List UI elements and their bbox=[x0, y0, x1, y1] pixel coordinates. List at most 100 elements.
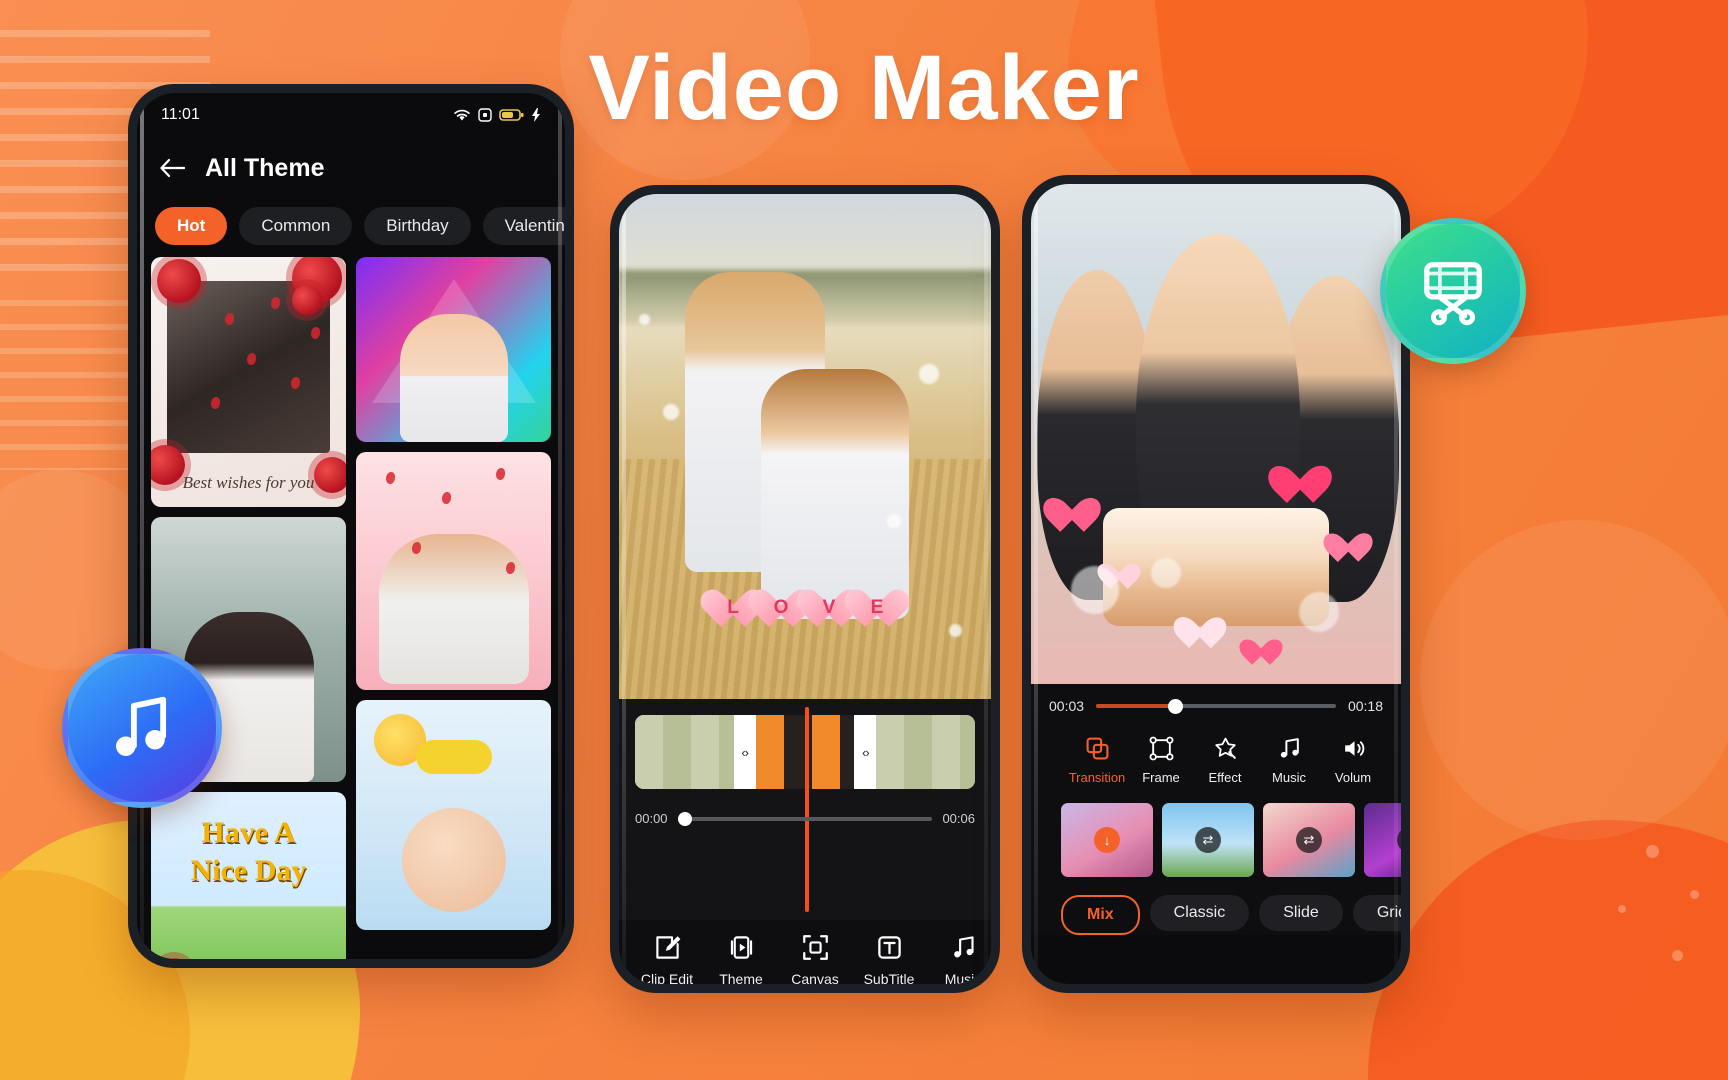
theme-neon-figure bbox=[399, 314, 508, 442]
transition-thumb[interactable]: ↓ bbox=[1061, 803, 1153, 877]
timeline-panel: ‹› ‹› 00:00 00:06 bbox=[619, 699, 991, 920]
theme-column-right bbox=[356, 257, 551, 959]
tab-clip-edit[interactable]: Clip Edit bbox=[633, 934, 701, 984]
phone1-edge-light-right bbox=[558, 102, 562, 950]
trim-handle-right-icon[interactable]: ‹› bbox=[854, 715, 877, 789]
timeline-clip-3[interactable] bbox=[876, 715, 975, 789]
transition-toolbar: Transition Frame Effect Music Volum bbox=[1049, 714, 1383, 785]
phone3-edge-light bbox=[1034, 193, 1038, 975]
tool-effect[interactable]: Effect bbox=[1195, 736, 1255, 785]
theme-nice-line1: Have A bbox=[201, 816, 296, 849]
love-letter-heart: V bbox=[807, 587, 851, 629]
music-badge[interactable] bbox=[62, 648, 222, 808]
shuffle-icon[interactable]: ⇄ bbox=[1195, 827, 1221, 853]
phone2-edge-light bbox=[622, 203, 626, 975]
chip-common[interactable]: Common bbox=[239, 207, 353, 245]
chip-birthday[interactable]: Birthday bbox=[364, 207, 471, 245]
timeline-clip-1[interactable] bbox=[635, 715, 734, 789]
phone2-edge-light-right bbox=[984, 203, 988, 975]
player-knob[interactable] bbox=[1168, 698, 1184, 714]
status-icons bbox=[453, 108, 541, 122]
download-arrow-icon[interactable]: ↓ bbox=[1094, 827, 1120, 853]
pill-mix[interactable]: Mix bbox=[1061, 895, 1140, 935]
tool-volume-label: Volum bbox=[1334, 770, 1372, 785]
transition-category-pills: Mix Classic Slide Grid Graph bbox=[1049, 877, 1401, 935]
phone2-screen: L O V E ‹› ‹› 00:00 00:06 Clip Edit Them… bbox=[619, 194, 991, 984]
transition-thumb[interactable]: ⇄ bbox=[1263, 803, 1355, 877]
scrub-track[interactable] bbox=[677, 811, 933, 826]
tab-canvas-label: Canvas bbox=[791, 971, 839, 984]
status-bar: 11:01 bbox=[137, 93, 565, 137]
page-title-all-theme: All Theme bbox=[205, 153, 325, 182]
theme-nice-line2: Nice Day bbox=[190, 854, 307, 887]
love-letter: O bbox=[773, 597, 789, 618]
pill-classic[interactable]: Classic bbox=[1149, 895, 1250, 931]
transition-thumbnails: ↓ ⇄ ⇄ ⇄ ⇄ bbox=[1049, 785, 1401, 877]
music-note-icon bbox=[1280, 738, 1299, 758]
player-controls: 00:03 00:18 Transition Frame Effect Musi… bbox=[1031, 684, 1401, 935]
player-progress-fill bbox=[1096, 704, 1176, 708]
tool-music[interactable]: Music bbox=[1259, 736, 1319, 785]
heart-icon bbox=[1277, 466, 1321, 506]
tab-music[interactable]: Music bbox=[929, 934, 991, 984]
playhead-icon[interactable] bbox=[805, 707, 809, 912]
heart-icon bbox=[1181, 617, 1217, 650]
video-cut-badge[interactable] bbox=[1380, 218, 1526, 364]
theme-card-roses[interactable]: Best wishes for you bbox=[151, 257, 346, 507]
heart-icon bbox=[1051, 498, 1091, 534]
tab-theme[interactable]: Theme bbox=[707, 934, 775, 984]
transition-thumb[interactable]: ⇄ bbox=[1162, 803, 1254, 877]
pill-slide[interactable]: Slide bbox=[1259, 895, 1343, 931]
decor-dot-3 bbox=[1618, 905, 1626, 913]
theme-roses-caption: Best wishes for you bbox=[182, 473, 315, 492]
theme-grid: Best wishes for you Have A Nice Day bbox=[137, 257, 565, 959]
video-preview[interactable]: L O V E bbox=[619, 194, 991, 699]
tool-transition[interactable]: Transition bbox=[1067, 736, 1127, 785]
tab-subtitle-label: SubTitle bbox=[863, 971, 915, 984]
tab-canvas[interactable]: Canvas bbox=[781, 934, 849, 984]
theme-card-baby[interactable] bbox=[356, 700, 551, 930]
chip-hot[interactable]: Hot bbox=[155, 207, 228, 245]
phone1-edge-light bbox=[140, 102, 144, 950]
subtitle-text-icon bbox=[877, 936, 901, 959]
tool-effect-label: Effect bbox=[1208, 770, 1242, 785]
tool-frame-label: Frame bbox=[1142, 770, 1180, 785]
trim-handle-left-icon[interactable]: ‹› bbox=[733, 715, 756, 789]
phone1-screen: 11:01 All Theme Hot Common Birthday Vale… bbox=[137, 93, 565, 959]
tab-subtitle[interactable]: SubTitle bbox=[855, 934, 923, 984]
video-cut-badge-icon bbox=[1424, 262, 1482, 326]
chip-valentine[interactable]: Valentine bbox=[482, 207, 565, 245]
tool-volume[interactable]: Volum bbox=[1323, 736, 1383, 785]
arrow-left-icon[interactable] bbox=[159, 158, 185, 178]
player-track[interactable] bbox=[1096, 698, 1336, 714]
heart-icon bbox=[1245, 639, 1275, 666]
tab-clip-edit-label: Clip Edit bbox=[640, 971, 694, 984]
scrub-knob[interactable] bbox=[677, 811, 692, 826]
love-letter: V bbox=[822, 597, 836, 618]
decor-dot-4 bbox=[1672, 950, 1683, 961]
theme-column-left: Best wishes for you Have A Nice Day bbox=[151, 257, 346, 959]
preview-subject-2 bbox=[761, 369, 909, 619]
bow-icon bbox=[415, 740, 492, 774]
canvas-crop-icon bbox=[802, 935, 828, 960]
rose-icon bbox=[157, 259, 201, 303]
shuffle-icon[interactable]: ⇄ bbox=[1296, 827, 1322, 853]
birthday-preview[interactable] bbox=[1031, 184, 1401, 684]
music-note-badge-icon bbox=[116, 696, 167, 756]
theme-baby-figure bbox=[401, 808, 506, 912]
timeline-end-time: 00:06 bbox=[942, 811, 975, 826]
theme-card-nice-day[interactable]: Have A Nice Day bbox=[151, 792, 346, 959]
decor-circle-2 bbox=[1420, 520, 1728, 840]
phone3-screen: 00:03 00:18 Transition Frame Effect Musi… bbox=[1031, 184, 1401, 984]
bolt-icon bbox=[532, 108, 540, 122]
effect-star-wand-icon bbox=[1214, 737, 1236, 759]
frame-nodes-icon bbox=[1149, 736, 1173, 761]
theme-card-couple[interactable] bbox=[356, 452, 551, 690]
tool-frame[interactable]: Frame bbox=[1131, 736, 1191, 785]
promo-canvas: Video Maker 11:01 All Theme Hot Common B bbox=[0, 0, 1728, 1080]
rose-icon bbox=[292, 285, 322, 315]
love-overlay[interactable]: L O V E bbox=[711, 587, 899, 629]
square-dot-icon bbox=[478, 108, 492, 122]
heart-icon bbox=[1331, 533, 1365, 564]
theme-card-neon[interactable] bbox=[356, 257, 551, 442]
